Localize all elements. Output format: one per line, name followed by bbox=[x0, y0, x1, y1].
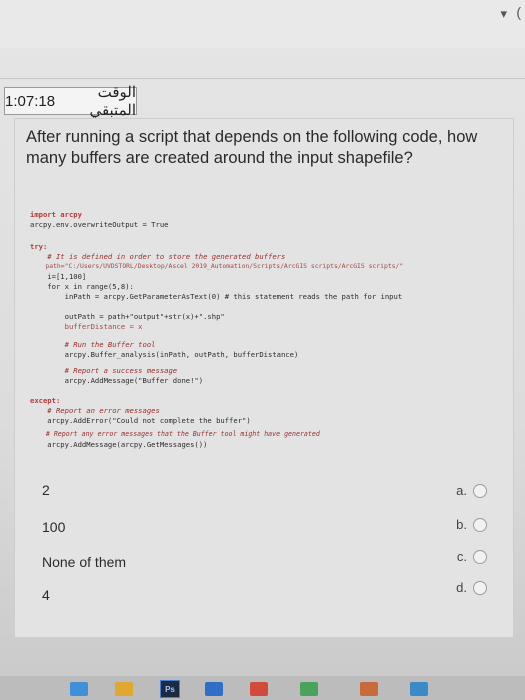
timer-value: 1:07:18 bbox=[5, 92, 56, 110]
option-d-radio[interactable] bbox=[473, 581, 487, 595]
code-block: import arcpy arcpy.env.overwriteOutput =… bbox=[30, 210, 500, 449]
option-a-radio[interactable] bbox=[473, 484, 487, 498]
code-line: # Report an error messages bbox=[30, 406, 160, 415]
option-a-letter: a. bbox=[456, 483, 467, 498]
code-line: try: bbox=[30, 242, 48, 251]
app-icon[interactable] bbox=[300, 682, 318, 696]
code-line: import arcpy bbox=[30, 210, 82, 219]
code-line: inPath = arcpy.GetParameterAsText(0) # t… bbox=[30, 292, 403, 301]
app-icon[interactable] bbox=[410, 682, 428, 696]
code-line: # Report any error messages that the Buf… bbox=[30, 430, 320, 438]
option-a-text[interactable]: 2 bbox=[42, 482, 50, 498]
code-line: path="C:/Users/UVDSTORL/Desktop/Ascel 20… bbox=[30, 262, 404, 270]
option-b-text[interactable]: 100 bbox=[42, 519, 65, 535]
option-c-letter: c. bbox=[456, 549, 467, 564]
code-line: arcpy.env.overwriteOutput = True bbox=[30, 220, 169, 229]
code-line: bufferDistance = x bbox=[30, 322, 143, 331]
app-icon[interactable] bbox=[360, 682, 378, 696]
app-icon[interactable] bbox=[205, 682, 223, 696]
code-line: arcpy.AddMessage(arcpy.GetMessages()) bbox=[30, 440, 208, 449]
code-line: outPath = path+"output"+str(x)+".shp" bbox=[30, 312, 225, 321]
code-line: arcpy.AddMessage("Buffer done!") bbox=[30, 376, 204, 385]
chevron-down-icon[interactable]: ▾ bbox=[500, 6, 507, 22]
code-line: except: bbox=[30, 396, 61, 405]
browser-top-area: ▾ ( bbox=[0, 0, 525, 48]
question-text: After running a script that depends on t… bbox=[26, 128, 478, 167]
corner-fragment: ( bbox=[516, 4, 521, 20]
option-c-text[interactable]: None of them bbox=[42, 554, 126, 570]
option-d-letter: d. bbox=[456, 580, 467, 595]
app-icon[interactable] bbox=[70, 682, 88, 696]
code-line: # Run the Buffer tool bbox=[30, 340, 156, 349]
option-b-letter: b. bbox=[456, 517, 467, 532]
divider bbox=[0, 78, 525, 79]
code-line: arcpy.Buffer_analysis(inPath, outPath, b… bbox=[30, 350, 299, 359]
code-line: # It is defined in order to store the ge… bbox=[30, 252, 286, 261]
code-line: # Report a success message bbox=[30, 366, 178, 375]
taskbar: Ps bbox=[0, 676, 525, 700]
app-icon[interactable] bbox=[115, 682, 133, 696]
code-line: arcpy.AddError("Could not complete the b… bbox=[30, 416, 251, 425]
code-line: for x in range(5,8): bbox=[30, 282, 134, 291]
app-icon[interactable] bbox=[250, 682, 268, 696]
timer-label: الوقت المتبقي bbox=[89, 84, 136, 119]
remaining-time-box: 1:07:18 الوقت المتبقي bbox=[4, 84, 137, 119]
option-d-text[interactable]: 4 bbox=[42, 587, 50, 603]
option-c-radio[interactable] bbox=[473, 550, 487, 564]
photoshop-icon[interactable]: Ps bbox=[160, 680, 180, 698]
option-b-radio[interactable] bbox=[473, 518, 487, 532]
code-line: i=[1,100] bbox=[30, 272, 87, 281]
